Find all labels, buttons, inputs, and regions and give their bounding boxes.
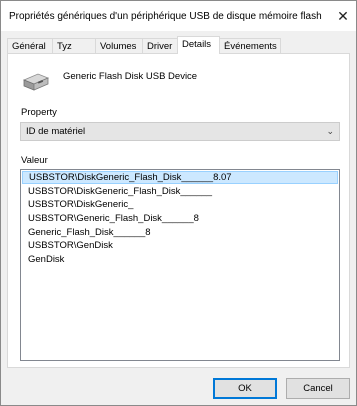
property-label: Property (21, 107, 57, 118)
tab-strip: Général Tyz Volumes Driver Details Événe… (7, 36, 352, 54)
tab-tyz[interactable]: Tyz (52, 38, 96, 53)
tab-details[interactable]: Details (177, 36, 220, 54)
list-item[interactable]: USBSTOR\DiskGeneric_ (22, 198, 338, 211)
list-item[interactable]: USBSTOR\DiskGeneric_Flash_Disk______ (22, 185, 338, 198)
usb-drive-icon (22, 73, 50, 91)
property-selected-value: ID de matériel (26, 126, 86, 137)
title-bar: Propriétés génériques d'un périphérique … (1, 1, 356, 31)
list-item[interactable]: GenDisk (22, 253, 338, 266)
chevron-down-icon: ⌄ (326, 126, 334, 136)
device-name: Generic Flash Disk USB Device (63, 71, 198, 82)
properties-dialog: Propriétés génériques d'un périphérique … (0, 0, 357, 406)
tab-driver[interactable]: Driver (142, 38, 178, 53)
cancel-button[interactable]: Cancel (286, 378, 350, 399)
list-item[interactable]: USBSTOR\GenDisk (22, 239, 338, 252)
tab-general[interactable]: Général (7, 38, 53, 53)
value-label: Valeur (21, 155, 48, 166)
close-icon[interactable]: ✕ (330, 1, 356, 31)
tab-events[interactable]: Événements (219, 38, 281, 53)
details-panel: Generic Flash Disk USB Device Property I… (7, 53, 350, 368)
property-select[interactable]: ID de matériel ⌄ (20, 122, 340, 141)
list-item[interactable]: Generic_Flash_Disk______8 (22, 226, 338, 239)
tab-volumes[interactable]: Volumes (95, 38, 143, 53)
value-listbox[interactable]: USBSTOR\DiskGeneric_Flash_Disk______8.07… (20, 169, 340, 361)
ok-button[interactable]: OK (213, 378, 277, 399)
window-title: Propriétés génériques d'un périphérique … (9, 11, 322, 22)
list-item[interactable]: USBSTOR\DiskGeneric_Flash_Disk______8.07 (22, 171, 338, 184)
list-item[interactable]: USBSTOR\Generic_Flash_Disk______8 (22, 212, 338, 225)
